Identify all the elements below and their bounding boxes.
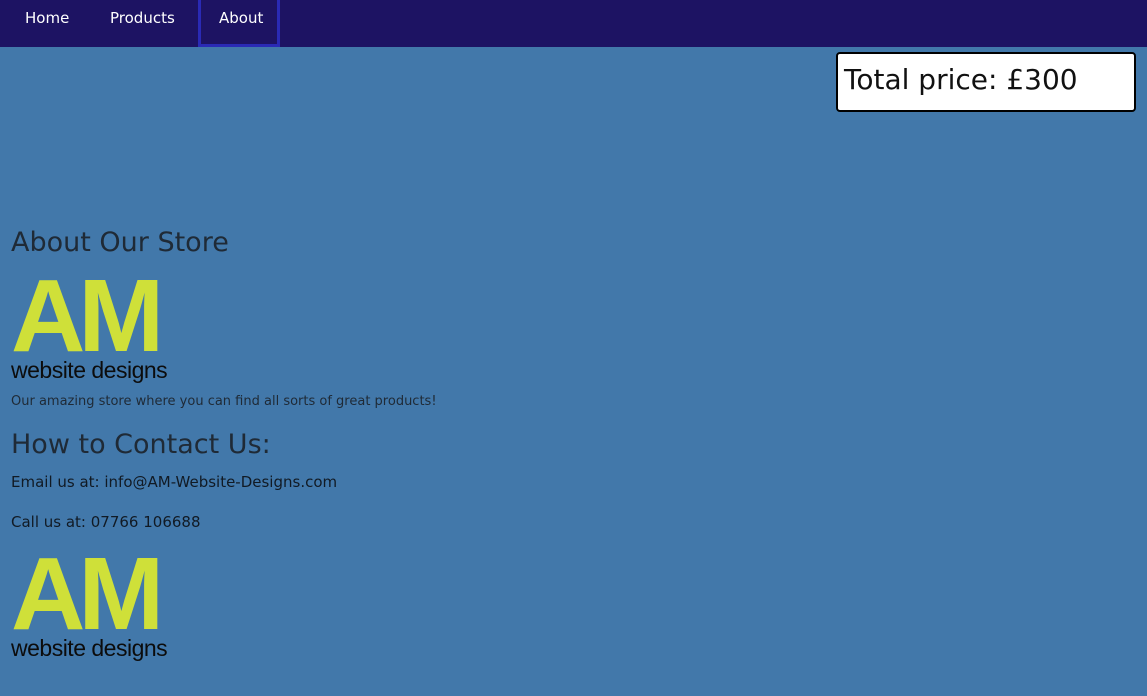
logo-mark: AM [11,258,164,373]
nav-home-link[interactable]: Home [25,0,69,47]
contact-phone: Call us at: 07766 106688 [11,513,201,531]
about-heading: About Our Store [11,227,229,258]
logo-subtitle: website designs [11,635,168,661]
nav-products-link[interactable]: Products [110,0,175,47]
store-tagline: Our amazing store where you can find all… [11,394,437,409]
total-price-box: Total price: £300 [836,52,1136,112]
logo-mark: AM [11,536,164,651]
logo-subtitle: website designs [11,357,168,383]
top-navbar: Home Products About [0,0,1147,47]
am-logo-top: AM website designs [11,264,182,384]
nav-about-link[interactable]: About [198,0,280,47]
am-logo-bottom: AM website designs [11,542,182,662]
contact-email: Email us at: info@AM-Website-Designs.com [11,473,338,491]
contact-heading: How to Contact Us: [11,429,271,460]
